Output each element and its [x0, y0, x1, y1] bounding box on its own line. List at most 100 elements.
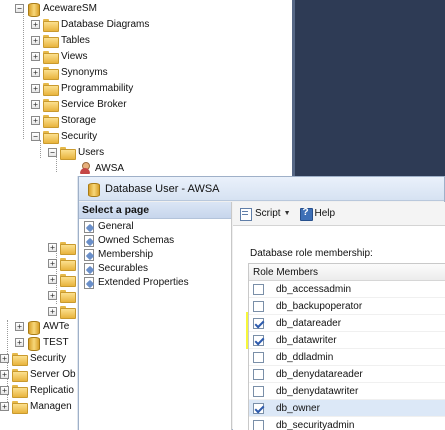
folder-icon [43, 83, 59, 96]
script-button[interactable]: Script ▼ [239, 207, 291, 221]
role-rows: db_accessadmin db_backupoperator db_datare… [249, 281, 445, 430]
dialog-title: Database User - AWSA [105, 182, 220, 195]
role-row[interactable]: db_datawriter [249, 332, 445, 349]
folder-icon [43, 131, 59, 144]
tree-node-label: Programmability [61, 83, 134, 94]
expand-icon[interactable]: + [31, 52, 40, 61]
tree-node-synonyms[interactable]: + Synonyms [31, 65, 108, 80]
help-button[interactable]: Help [299, 207, 335, 221]
role-row[interactable]: db_owner [249, 400, 445, 417]
tree-node-programmability[interactable]: + Programmability [31, 81, 133, 96]
tree-node-server-security[interactable]: + Security [0, 351, 66, 366]
tree-node-storage[interactable]: + Storage [31, 113, 96, 128]
script-icon [239, 207, 252, 221]
expand-icon[interactable]: + [31, 20, 40, 29]
expand-icon[interactable]: + [31, 68, 40, 77]
role-checkbox[interactable] [253, 334, 264, 346]
tree-node-hidden[interactable]: + [48, 304, 78, 319]
role-checkbox[interactable] [253, 368, 264, 380]
tree-node-security[interactable]: − Security [31, 129, 97, 144]
tree-node-test[interactable]: + TEST [15, 335, 69, 351]
role-checkbox[interactable] [253, 300, 264, 312]
role-row[interactable]: db_denydatawriter [249, 383, 445, 400]
tree-node-replication[interactable]: + Replicatio [0, 383, 74, 398]
role-row[interactable]: db_ddladmin [249, 349, 445, 366]
page-label: General [98, 220, 134, 232]
tree-node-acewaresm[interactable]: − AcewareSM [15, 1, 97, 17]
tree-node-hidden[interactable]: + [48, 288, 78, 303]
database-icon [87, 182, 100, 197]
role-row[interactable]: db_securityadmin [249, 417, 445, 430]
grid-header: Role Members [249, 264, 445, 281]
tree-node-label: TEST [43, 337, 69, 348]
expand-icon[interactable]: + [15, 322, 24, 331]
role-row[interactable]: db_backupoperator [249, 298, 445, 315]
collapse-icon[interactable]: − [31, 132, 40, 141]
expand-icon[interactable]: + [0, 402, 9, 411]
role-name: db_backupoperator [276, 300, 363, 312]
tree-node-awsa[interactable]: AWSA [79, 161, 124, 176]
page-owned-schemas[interactable]: Owned Schemas [79, 233, 231, 247]
role-name: db_ddladmin [276, 351, 334, 363]
page-label: Securables [98, 262, 149, 274]
user-icon [79, 162, 91, 175]
tree-node-hidden[interactable]: + [48, 272, 78, 287]
background-panel [292, 0, 445, 192]
tree-node-hidden[interactable]: + [48, 256, 78, 271]
expand-icon[interactable]: + [0, 386, 9, 395]
role-row[interactable]: db_datareader [249, 315, 445, 332]
expand-icon[interactable]: + [48, 259, 57, 268]
expand-icon[interactable]: + [31, 36, 40, 45]
expand-icon[interactable]: + [31, 100, 40, 109]
tree-node-label: Managen [30, 401, 72, 412]
folder-icon [43, 19, 59, 32]
expand-icon[interactable]: + [0, 370, 9, 379]
folder-icon [60, 290, 76, 303]
page-selector-pane: Select a page General Owned Schemas Memb… [79, 202, 232, 430]
tree-node-management[interactable]: + Managen [0, 399, 72, 414]
role-checkbox[interactable] [253, 402, 264, 414]
role-checkbox[interactable] [253, 317, 264, 329]
collapse-icon[interactable]: − [15, 4, 24, 13]
expand-icon[interactable]: + [48, 307, 57, 316]
role-checkbox[interactable] [253, 419, 264, 430]
page-general[interactable]: General [79, 219, 231, 233]
expand-icon[interactable]: + [0, 354, 9, 363]
role-name: db_datareader [276, 317, 342, 329]
role-checkbox[interactable] [253, 283, 264, 295]
tree-node-server-objects[interactable]: + Server Ob [0, 367, 76, 382]
tree-node-hidden[interactable]: + [48, 240, 78, 255]
collapse-icon[interactable]: − [48, 148, 57, 157]
tree-node-database-diagrams[interactable]: + Database Diagrams [31, 17, 149, 32]
expand-icon[interactable]: + [48, 243, 57, 252]
expand-icon[interactable]: + [31, 84, 40, 93]
role-row[interactable]: db_denydatareader [249, 366, 445, 383]
page-securables[interactable]: Securables [79, 261, 231, 275]
folder-icon [43, 35, 59, 48]
dropdown-arrow-icon[interactable]: ▼ [284, 210, 291, 217]
role-checkbox[interactable] [253, 351, 264, 363]
folder-icon [60, 258, 76, 271]
page-label: Membership [98, 248, 154, 260]
help-icon [299, 207, 313, 221]
page-membership[interactable]: Membership [79, 247, 231, 261]
select-page-header: Select a page [79, 202, 231, 219]
role-row[interactable]: db_accessadmin [249, 281, 445, 298]
expand-icon[interactable]: + [48, 291, 57, 300]
role-members-grid: Role Members db_accessadmin db_backupoper… [248, 263, 445, 430]
page-extended-properties[interactable]: Extended Properties [79, 275, 231, 289]
tree-node-label: Service Broker [61, 99, 127, 110]
expand-icon[interactable]: + [48, 275, 57, 284]
tree-node-awte[interactable]: + AWTe [15, 319, 70, 335]
tree-node-tables[interactable]: + Tables [31, 33, 90, 48]
tree-node-service-broker[interactable]: + Service Broker [31, 97, 127, 112]
dialog-titlebar[interactable]: Database User - AWSA [79, 177, 444, 201]
dialog-toolbar: Script ▼ Help [233, 202, 445, 226]
tree-node-views[interactable]: + Views [31, 49, 88, 64]
tree-node-label: AWTe [43, 321, 70, 332]
tree-node-label: AWSA [95, 163, 125, 174]
expand-icon[interactable]: + [31, 116, 40, 125]
role-checkbox[interactable] [253, 385, 264, 397]
expand-icon[interactable]: + [15, 338, 24, 347]
tree-node-users[interactable]: − Users [48, 145, 104, 160]
